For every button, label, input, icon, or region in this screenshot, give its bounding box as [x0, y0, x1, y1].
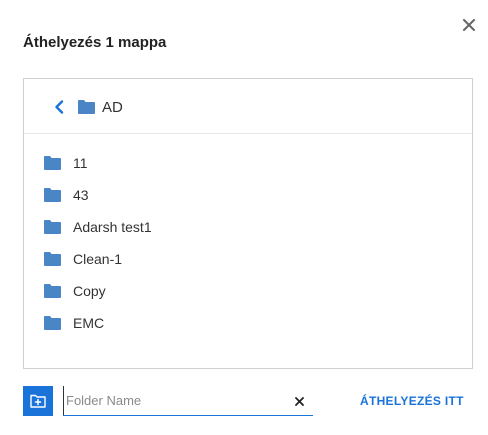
folder-name-input[interactable]	[63, 386, 283, 415]
close-icon	[463, 19, 475, 31]
move-dialog: Áthelyezés 1 mappa AD 11 43 Adarsh test1…	[0, 0, 488, 435]
folder-icon	[44, 284, 61, 298]
folder-icon	[78, 100, 95, 119]
folder-item[interactable]: Copy	[24, 275, 472, 307]
dialog-footer: ÁTHELYEZÉS ITT	[0, 384, 488, 418]
folder-item[interactable]: 11	[24, 147, 472, 179]
folder-name: Copy	[73, 283, 106, 299]
folder-icon	[44, 188, 61, 202]
folder-browser: AD 11 43 Adarsh test1 Clean-1 Copy EMC	[23, 78, 473, 369]
folder-name: 11	[73, 155, 88, 171]
current-folder-name: AD	[102, 99, 123, 116]
browser-header: AD	[24, 79, 472, 134]
chevron-left-icon	[55, 100, 64, 114]
folder-name: Clean-1	[73, 251, 123, 267]
folder-icon	[44, 220, 61, 234]
close-button[interactable]	[458, 14, 480, 36]
folder-icon	[44, 316, 61, 330]
move-here-button[interactable]: ÁTHELYEZÉS ITT	[360, 394, 464, 408]
folder-item[interactable]: EMC	[24, 307, 472, 339]
folder-list: 11 43 Adarsh test1 Clean-1 Copy EMC	[24, 147, 472, 339]
folder-icon	[44, 156, 61, 170]
folder-name-field	[63, 386, 313, 416]
close-icon	[294, 396, 304, 406]
back-button[interactable]	[52, 99, 66, 115]
folder-name: EMC	[73, 315, 105, 331]
clear-input-button[interactable]	[292, 394, 306, 408]
folder-item[interactable]: Adarsh test1	[24, 211, 472, 243]
folder-icon	[44, 252, 61, 266]
folder-item[interactable]: Clean-1	[24, 243, 472, 275]
new-folder-button[interactable]	[23, 386, 53, 416]
folder-item[interactable]: 43	[24, 179, 472, 211]
folder-name: Adarsh test1	[73, 219, 152, 235]
dialog-title: Áthelyezés 1 mappa	[23, 34, 167, 51]
folder-name: 43	[73, 187, 89, 203]
new-folder-icon	[30, 394, 46, 408]
